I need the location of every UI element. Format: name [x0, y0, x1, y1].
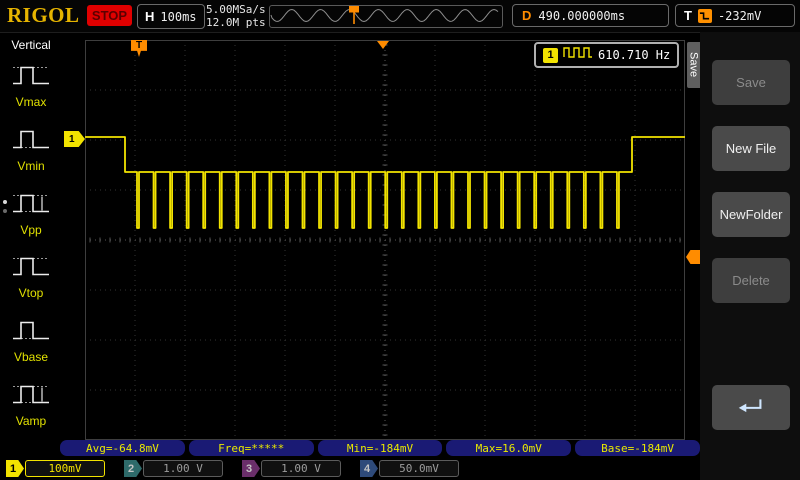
channel1-level-marker: 1	[64, 131, 85, 147]
measure-menu: Vertical Vmax Vmin Vpp	[0, 32, 62, 440]
trigger-level-marker	[686, 250, 700, 264]
measure-menu-item[interactable]: Vpp	[11, 190, 51, 237]
measure-menu-item[interactable]: Vamp	[11, 381, 51, 428]
channel-status: 4 50.0mV	[360, 460, 459, 477]
horizontal-offset-box: D 490.000000ms	[512, 4, 669, 27]
horizontal-offset-value: 490.000000ms	[538, 9, 625, 23]
counter-channel-badge: 1	[543, 48, 558, 63]
measurement-item: Freq=*****	[189, 440, 314, 456]
square-wave-icon	[563, 46, 593, 64]
vamp-icon	[11, 381, 51, 413]
memory-depth: 12.0M pts	[206, 16, 266, 29]
trigger-info-box: T -232mV	[675, 4, 795, 27]
measurement-item: Avg=-64.8mV	[60, 440, 185, 456]
page-dot	[3, 200, 7, 204]
menu-button[interactable]: Delete	[712, 258, 790, 303]
acquisition-info: 5.00MSa/s 12.0M pts	[206, 3, 266, 29]
back-button[interactable]	[712, 385, 790, 430]
channel-number-badge: 3	[242, 460, 260, 477]
oscilloscope-screen: RIGOL STOP H 100ms 5.00MSa/s 12.0M pts D…	[0, 0, 800, 480]
channel-status-items: 1 100mV 2 1.00 V 3 1.00 V 4 50.0mV	[0, 458, 800, 480]
trigger-center-icon	[377, 41, 389, 49]
channel-status: 2 1.00 V	[124, 460, 223, 477]
trigger-level-value: -232mV	[718, 9, 761, 23]
channel-status-bar: 1 100mV 2 1.00 V 3 1.00 V 4 50.0mV	[0, 458, 800, 480]
waveform-plot	[85, 40, 685, 440]
menu-button[interactable]: Save	[712, 60, 790, 105]
vmax-icon	[11, 62, 51, 94]
channel-scale-value: 100mV	[25, 460, 105, 477]
channel-scale-value: 1.00 V	[261, 460, 341, 477]
menu-button[interactable]: NewFolder	[712, 192, 790, 237]
memory-waveform-preview	[269, 5, 503, 28]
measurement-results-bar: Avg=-64.8mV Freq=***** Min=-184mV Max=16…	[60, 440, 700, 456]
preview-waveform-icon	[270, 6, 500, 25]
measurement-item: Min=-184mV	[318, 440, 443, 456]
d-label: D	[522, 8, 531, 23]
measurement-item: Max=16.0mV	[446, 440, 571, 456]
measure-menu-items: Vmax Vmin Vpp Vtop	[0, 54, 62, 436]
run-state-badge: STOP	[87, 5, 132, 26]
vmin-icon	[11, 126, 51, 158]
menu-button[interactable]: New File	[712, 126, 790, 171]
channel-number-badge: 1	[6, 460, 24, 477]
return-arrow-icon	[735, 396, 767, 419]
measure-menu-item[interactable]: Vmin	[11, 126, 51, 173]
measurement-item: Base=-184mV	[575, 440, 700, 456]
waveform-display	[85, 40, 685, 440]
horizontal-timebase-box: H 100ms	[137, 4, 205, 29]
channel-scale-value: 50.0mV	[379, 460, 459, 477]
vpp-icon	[11, 190, 51, 222]
measure-menu-item[interactable]: Vtop	[11, 253, 51, 300]
brand-logo: RIGOL	[7, 3, 80, 28]
frequency-value: 610.710 Hz	[598, 48, 670, 62]
h-label: H	[145, 9, 154, 24]
vtop-icon	[11, 253, 51, 285]
channel-status: 3 1.00 V	[242, 460, 341, 477]
timebase-value: 100ms	[160, 10, 196, 24]
menu-page-indicator	[3, 200, 7, 213]
vbase-icon	[11, 317, 51, 349]
measure-menu-item[interactable]: Vmax	[11, 62, 51, 109]
sample-rate: 5.00MSa/s	[206, 3, 266, 16]
channel-status: 1 100mV	[6, 460, 105, 477]
t-label: T	[684, 8, 692, 23]
menu-tab-save: Save	[687, 42, 700, 88]
channel-number-badge: 4	[360, 460, 378, 477]
page-dot	[3, 209, 7, 213]
channel-number-badge: 2	[124, 460, 142, 477]
measure-menu-item[interactable]: Vbase	[11, 317, 51, 364]
trigger-slope-icon	[698, 9, 712, 23]
measure-menu-title: Vertical	[0, 38, 62, 52]
frequency-counter: 1 610.710 Hz	[534, 42, 679, 68]
top-status-bar: RIGOL STOP H 100ms 5.00MSa/s 12.0M pts D…	[0, 0, 800, 33]
channel-scale-value: 1.00 V	[143, 460, 223, 477]
save-menu-buttons: Save New File NewFolder Delete	[712, 32, 790, 412]
